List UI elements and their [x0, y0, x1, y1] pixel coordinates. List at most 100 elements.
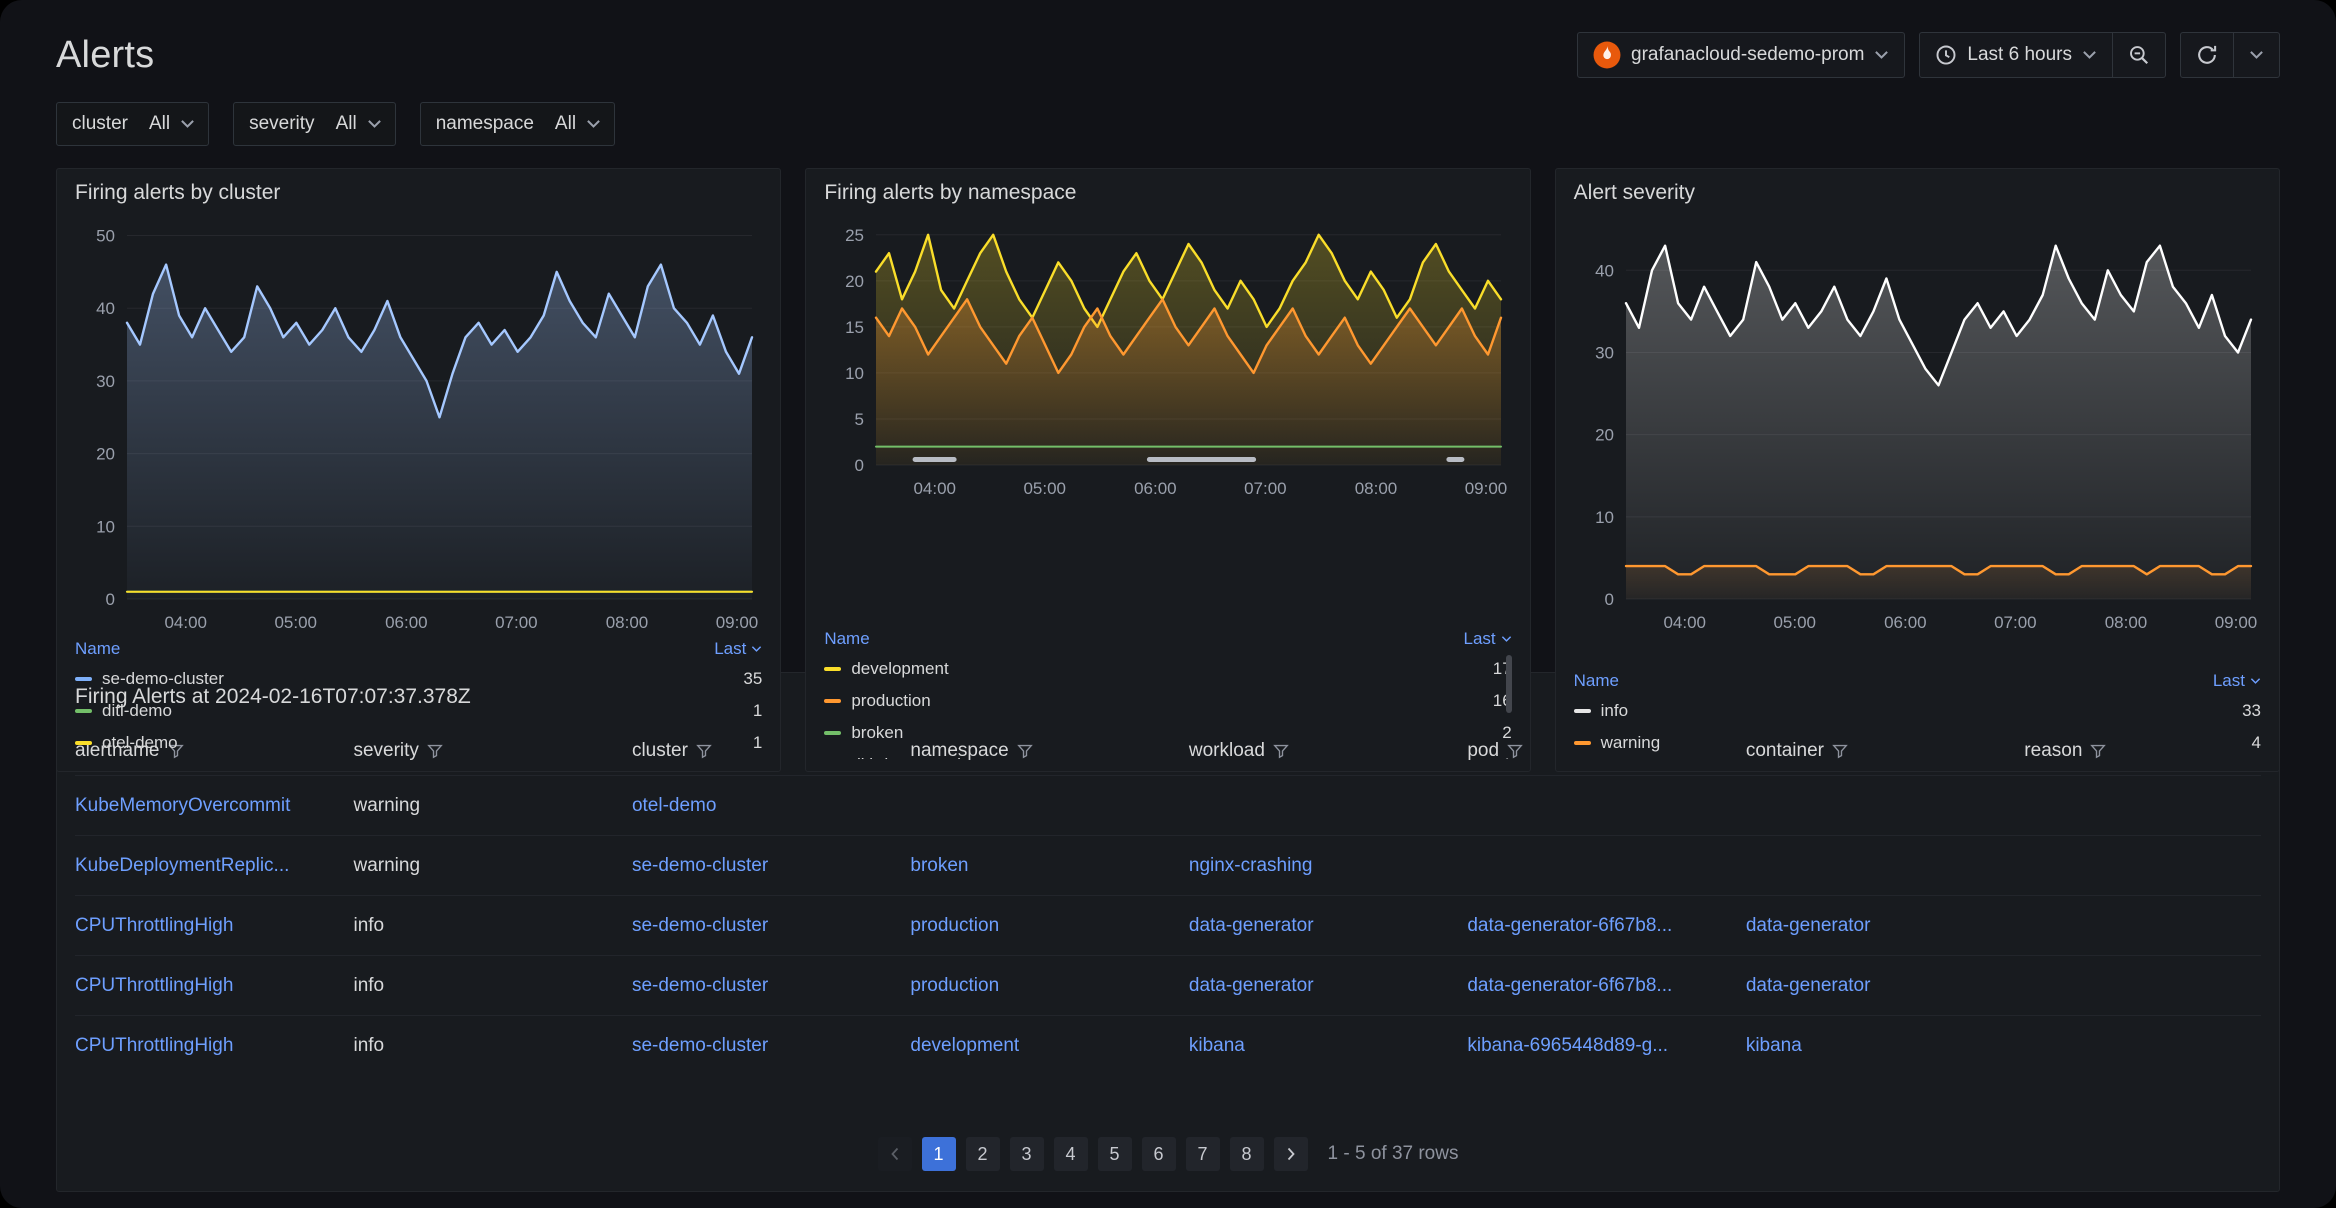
page-button-2[interactable]: 2	[966, 1137, 1000, 1171]
namespace-timeseries-chart: 051015202504:0005:0006:0007:0008:0009:00	[824, 211, 1511, 625]
datasource-picker[interactable]: grafanacloud-sedemo-prom	[1577, 32, 1905, 78]
chart-svg: 051015202504:0005:0006:0007:0008:0009:00	[824, 211, 1511, 501]
cell-pod[interactable]: data-generator-6f67b8...	[1467, 975, 1745, 997]
svg-text:10: 10	[96, 517, 115, 536]
legend-row[interactable]: development17	[824, 653, 1511, 685]
page-button-6[interactable]: 6	[1142, 1137, 1176, 1171]
series-swatch	[824, 667, 841, 671]
legend-last-header[interactable]: Last	[714, 639, 762, 659]
alerts-table: alertname severity cluster namespace wor…	[75, 727, 2261, 1075]
cell-namespace[interactable]: development	[910, 1035, 1188, 1057]
grafana-dashboard: Alerts grafanacloud-sedemo-prom	[0, 0, 2336, 1208]
page-button-5[interactable]: 5	[1098, 1137, 1132, 1171]
svg-text:0: 0	[106, 590, 115, 609]
panel-title[interactable]: Firing alerts by cluster	[75, 179, 762, 211]
svg-text:15: 15	[845, 318, 864, 337]
svg-text:07:00: 07:00	[1994, 613, 2037, 632]
cell-namespace[interactable]: production	[910, 975, 1188, 997]
cell-container[interactable]: data-generator	[1746, 915, 2024, 937]
legend-last-header[interactable]: Last	[1464, 629, 1512, 649]
cell-namespace[interactable]: production	[910, 915, 1188, 937]
legend-scrollbar[interactable]	[1506, 655, 1512, 713]
legend-row[interactable]: se-demo-cluster 35	[75, 663, 762, 695]
legend-row[interactable]: warning4	[1574, 727, 2261, 759]
cell-namespace[interactable]: broken	[910, 855, 1188, 877]
cell-pod[interactable]: kibana-6965448d89-g...	[1467, 1035, 1745, 1057]
legend-row[interactable]: production16	[824, 685, 1511, 717]
pager: 12345678	[878, 1137, 1308, 1171]
svg-text:06:00: 06:00	[1134, 479, 1177, 498]
legend-name-header[interactable]: Name	[75, 639, 120, 659]
panel-firing-alerts-by-cluster: Firing alerts by cluster 0102030405004:0…	[56, 168, 781, 772]
legend-row[interactable]: info33	[1574, 695, 2261, 727]
legend-row[interactable]: ditl-demo1	[75, 695, 762, 727]
page-button-4[interactable]: 4	[1054, 1137, 1088, 1171]
next-page-button[interactable]	[1274, 1137, 1308, 1171]
panel-title[interactable]: Alert severity	[1574, 179, 2261, 211]
time-controls: Last 6 hours	[1919, 32, 2166, 78]
filter-severity-dropdown[interactable]: All	[330, 103, 395, 145]
series-name: development	[851, 659, 948, 679]
cell-workload[interactable]: nginx-crashing	[1189, 855, 1467, 877]
variable-filters: cluster All severity All namespace All	[56, 102, 2280, 146]
chevron-down-icon	[367, 119, 382, 129]
svg-text:07:00: 07:00	[495, 613, 538, 632]
filter-cluster-dropdown[interactable]: All	[143, 103, 208, 145]
cell-cluster[interactable]: se-demo-cluster	[632, 855, 910, 877]
svg-text:08:00: 08:00	[2104, 613, 2147, 632]
page-button-8[interactable]: 8	[1230, 1137, 1264, 1171]
series-last-value: 35	[743, 669, 762, 689]
refresh-interval-dropdown[interactable]	[2233, 33, 2279, 77]
legend-last-header[interactable]: Last	[2213, 671, 2261, 691]
legend-row[interactable]: ditl-demo-prod1	[824, 749, 1511, 759]
cell-cluster[interactable]: se-demo-cluster	[632, 915, 910, 937]
series-name: se-demo-cluster	[102, 669, 224, 689]
cell-severity: info	[353, 975, 631, 997]
refresh-button[interactable]	[2181, 33, 2233, 77]
series-last-value: 4	[2252, 733, 2261, 753]
panel-title[interactable]: Firing alerts by namespace	[824, 179, 1511, 211]
cell-cluster[interactable]: se-demo-cluster	[632, 975, 910, 997]
filter-namespace: namespace All	[420, 102, 615, 146]
legend-header: Name Last	[1574, 667, 2261, 695]
legend-header: Name Last	[824, 625, 1511, 653]
cell-alertname[interactable]: CPUThrottlingHigh	[75, 915, 353, 937]
legend-name-header[interactable]: Name	[1574, 671, 1619, 691]
page-button-3[interactable]: 3	[1010, 1137, 1044, 1171]
cell-alertname[interactable]: CPUThrottlingHigh	[75, 975, 353, 997]
prev-page-button[interactable]	[878, 1137, 912, 1171]
cell-container[interactable]: data-generator	[1746, 975, 2024, 997]
cell-cluster[interactable]: otel-demo	[632, 795, 910, 817]
legend-name-header[interactable]: Name	[824, 629, 869, 649]
cell-cluster[interactable]: se-demo-cluster	[632, 1035, 910, 1057]
legend-row[interactable]: otel-demo1	[75, 727, 762, 759]
cell-workload[interactable]: data-generator	[1189, 975, 1467, 997]
svg-text:20: 20	[845, 272, 864, 291]
zoom-out-button[interactable]	[2112, 33, 2165, 77]
cell-container[interactable]: kibana	[1746, 1035, 2024, 1057]
svg-text:09:00: 09:00	[2214, 613, 2257, 632]
legend-row[interactable]: broken2	[824, 717, 1511, 749]
table-row: KubeDeploymentReplic...warningse-demo-cl…	[75, 835, 2261, 895]
filter-severity-label: severity	[234, 103, 329, 145]
cell-severity: warning	[353, 795, 631, 817]
filter-severity: severity All	[233, 102, 396, 146]
series-name: broken	[851, 723, 903, 743]
page-button-1[interactable]: 1	[922, 1137, 956, 1171]
cell-alertname[interactable]: CPUThrottlingHigh	[75, 1035, 353, 1057]
cell-alertname[interactable]: KubeMemoryOvercommit	[75, 795, 353, 817]
time-range-picker[interactable]: Last 6 hours	[1920, 33, 2112, 77]
page-button-7[interactable]: 7	[1186, 1137, 1220, 1171]
filter-namespace-dropdown[interactable]: All	[549, 103, 614, 145]
svg-text:04:00: 04:00	[164, 613, 207, 632]
table-row: CPUThrottlingHighinfose-demo-clusterdeve…	[75, 1015, 2261, 1075]
dashboard-header: Alerts grafanacloud-sedemo-prom	[56, 26, 2280, 84]
svg-text:05:00: 05:00	[1773, 613, 1816, 632]
cell-workload[interactable]: data-generator	[1189, 915, 1467, 937]
cell-pod[interactable]: data-generator-6f67b8...	[1467, 915, 1745, 937]
cell-alertname[interactable]: KubeDeploymentReplic...	[75, 855, 353, 877]
svg-text:06:00: 06:00	[385, 613, 428, 632]
cluster-chart-legend: Name Last se-demo-cluster 35 ditl-demo1otel…	[75, 635, 762, 759]
cell-workload[interactable]: kibana	[1189, 1035, 1467, 1057]
panel-alert-severity: Alert severity 01020304004:0005:0006:000…	[1555, 168, 2280, 772]
